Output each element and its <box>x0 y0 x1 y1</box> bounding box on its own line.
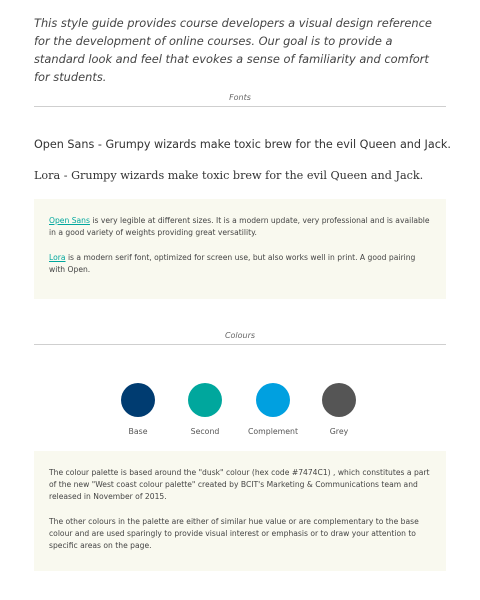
palette-note-2: The other colours in the palette are eit… <box>49 517 419 550</box>
fonts-notes-box: Open Sans is very legible at different s… <box>34 199 446 299</box>
intro-text: This style guide provides course develop… <box>34 16 432 84</box>
swatch-base: Base <box>103 383 173 436</box>
lora-link[interactable]: Lora <box>49 253 66 262</box>
fonts-heading: Fonts <box>229 93 251 102</box>
swatch-base-circle <box>121 383 155 417</box>
swatch-second-label: Second <box>190 427 220 436</box>
colours-divider <box>34 344 446 345</box>
lora-note: Lora is a modern serif font, optimized f… <box>49 252 431 276</box>
swatch-base-label: Base <box>128 427 148 436</box>
lora-sample: Lora - Grumpy wizards make toxic brew fo… <box>34 169 424 182</box>
swatch-complement-circle <box>256 383 290 417</box>
palette-note-1: The colour palette is based around the "… <box>49 468 430 501</box>
lora-note-text: is a modern serif font, optimized for sc… <box>49 253 416 274</box>
open-sans-sample: Open Sans - Grumpy wizards make toxic br… <box>34 138 451 151</box>
colours-heading: Colours <box>224 331 256 340</box>
swatch-grey: Grey <box>304 383 374 436</box>
fonts-divider <box>34 106 446 107</box>
colour-swatches: Base Second Complement Grey <box>34 383 446 443</box>
swatch-second: Second <box>170 383 240 436</box>
open-sans-note: Open Sans is very legible at different s… <box>49 215 431 239</box>
swatch-complement: Complement <box>238 383 308 436</box>
open-sans-link[interactable]: Open Sans <box>49 216 90 225</box>
swatch-second-circle <box>188 383 222 417</box>
swatch-grey-circle <box>322 383 356 417</box>
open-sans-note-text: is very legible at different sizes. It i… <box>49 216 430 237</box>
swatch-grey-label: Grey <box>329 427 349 436</box>
swatch-complement-label: Complement <box>247 427 299 436</box>
colours-notes-box: The colour palette is based around the "… <box>34 451 446 571</box>
style-guide-page: This style guide provides course develop… <box>0 0 480 600</box>
